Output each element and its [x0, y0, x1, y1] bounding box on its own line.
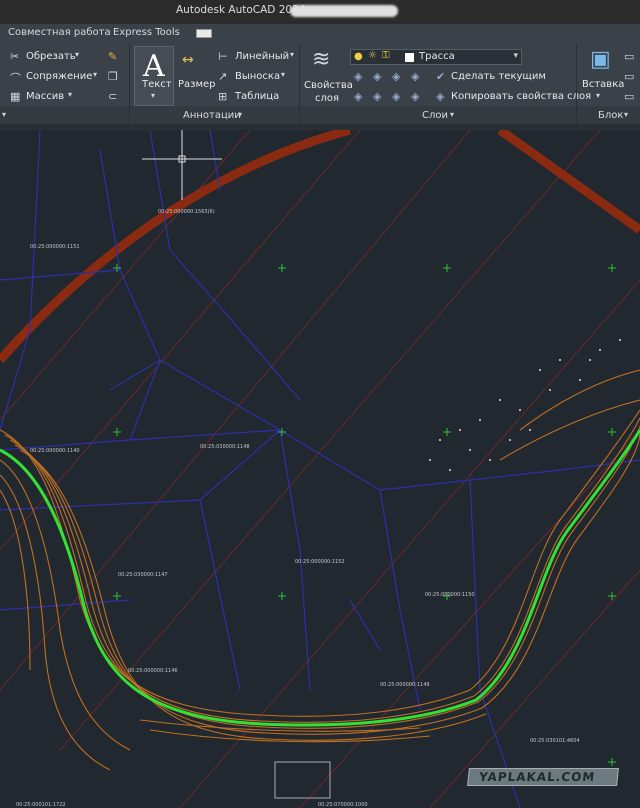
parcel-label: 00:25:000000:1151	[30, 244, 80, 250]
layer-color-swatch	[405, 53, 414, 62]
layer-tool-icon[interactable]: ◈	[411, 90, 419, 103]
drawing-canvas[interactable]: 00:25:000000:1563(6) 00:25:000000:1151 0…	[0, 124, 640, 808]
linear-button[interactable]: Линейный	[235, 51, 289, 62]
insert-button[interactable]: Вставка	[582, 79, 624, 90]
chevron-down-icon[interactable]: ▾	[513, 51, 518, 61]
insert-block-icon: ▣	[590, 47, 611, 72]
dropdown-arrow-icon[interactable]: ▾	[624, 110, 628, 119]
watermark-text: YAPLAKAL.COM	[478, 770, 597, 784]
layer-tool-icon[interactable]: ◈	[392, 70, 400, 83]
layer-properties-icon: ≋	[312, 47, 331, 72]
block-tool-icon[interactable]: ▭	[624, 70, 634, 83]
parcel-boundaries	[0, 130, 640, 808]
offset-icon[interactable]: ⊂	[108, 90, 117, 103]
fillet-button[interactable]: Сопряжение	[26, 71, 92, 82]
parcel-label: 00:25:000000:1146	[128, 668, 178, 674]
separator	[299, 44, 300, 124]
layer-tool-icon[interactable]: ◈	[373, 70, 381, 83]
redacted-filename	[290, 5, 398, 17]
dropdown-arrow-icon[interactable]: ▾	[238, 110, 242, 119]
parcel-label: 00:25:070000:1000	[318, 802, 368, 808]
parcel-label: 00:25:030000:1147	[118, 572, 168, 578]
parcel-label: 00:25:030000:1148	[200, 444, 250, 450]
layer-tool-icon[interactable]: ◈	[411, 70, 419, 83]
unlock-icon: ⚿	[382, 50, 390, 61]
layer-properties-label-line2[interactable]: слоя	[315, 93, 339, 104]
separator	[576, 44, 577, 124]
dropdown-arrow-icon[interactable]: ▾	[151, 91, 155, 100]
table-button[interactable]: Таблица	[235, 91, 279, 102]
ribbon-panel-labels	[0, 106, 640, 124]
structure-outline	[274, 761, 331, 799]
parcel-label: 00:25:000000:1149	[380, 682, 430, 688]
parcel-label: 00:25:000000:1563(6)	[158, 209, 215, 215]
dimension-button[interactable]: Размер	[178, 79, 216, 90]
grid-crosses	[113, 264, 616, 766]
dropdown-arrow-icon[interactable]: ▾	[68, 90, 72, 99]
hatch-lines	[0, 130, 640, 808]
layer-dropdown[interactable]: ● ☼ ⚿ Трасса ▾	[350, 49, 522, 65]
current-layer-name: Трасса	[419, 51, 455, 62]
dropdown-arrow-icon[interactable]: ▾	[281, 70, 285, 79]
array-icon: ▦	[10, 90, 21, 103]
road-contours	[0, 369, 640, 771]
dropdown-arrow-icon[interactable]: ▾	[75, 50, 79, 59]
linear-dimension-icon: ⊢	[218, 50, 228, 63]
survey-points	[429, 339, 621, 471]
layer-tool-icon[interactable]: ◈	[392, 90, 400, 103]
watermark-logo: YAPLAKAL.COM	[467, 768, 619, 786]
title-bar: Autodesk AutoCAD 2024	[0, 0, 640, 24]
parcel-label: 00:25:000101:1722	[16, 802, 66, 808]
sun-icon: ☼	[368, 50, 377, 61]
match-layer-button[interactable]: Копировать свойства слоя	[451, 91, 591, 102]
leader-icon: ↗	[218, 70, 228, 83]
block-tool-icon[interactable]: ▭	[624, 90, 634, 103]
block-panel-label[interactable]: Блок	[598, 110, 623, 121]
array-button[interactable]: Массив	[26, 91, 64, 102]
pencil-icon[interactable]: ✎	[108, 50, 117, 63]
text-label[interactable]: Текст	[142, 79, 172, 90]
parcel-label: 00:25:000000:1150	[425, 592, 475, 598]
territory-border	[497, 130, 640, 234]
parcel-label: 00:25:030101:4604	[530, 738, 580, 744]
dropdown-arrow-icon[interactable]: ▾	[2, 110, 6, 119]
parcel-label: 00:25:000000:1140	[30, 448, 80, 454]
trim-icon: ✂	[10, 50, 20, 63]
layer-properties-button[interactable]: Свойства	[304, 80, 353, 91]
layer-tool-icon[interactable]: ◈	[373, 90, 381, 103]
leader-button[interactable]: Выноска	[235, 71, 280, 82]
layer-tool-icon[interactable]: ◈	[354, 90, 362, 103]
trim-button[interactable]: Обрезать	[26, 51, 76, 62]
annotation-panel-label[interactable]: Аннотации	[183, 110, 241, 121]
ribbon-tabs: Совместная работа Express Tools	[0, 24, 640, 42]
tab-express-tools[interactable]: Express Tools	[113, 27, 180, 38]
dropdown-arrow-icon[interactable]: ▾	[93, 70, 97, 79]
parcel-label: 00:25:000000:1152	[295, 559, 345, 565]
window-title: Autodesk AutoCAD 2024	[176, 4, 306, 16]
make-current-button[interactable]: Сделать текущим	[451, 71, 546, 82]
dropdown-arrow-icon[interactable]: ▾	[290, 50, 294, 59]
dimension-icon: ↔	[182, 52, 194, 68]
layers-panel-label[interactable]: Слои	[422, 110, 448, 121]
make-current-icon: ✔	[436, 70, 446, 83]
copy-icon[interactable]: ❐	[108, 70, 118, 83]
table-icon: ⊞	[218, 90, 228, 103]
block-tool-icon[interactable]: ▭	[624, 50, 634, 63]
drawing-svg[interactable]: 00:25:000000:1563(6) 00:25:000000:1151 0…	[0, 130, 640, 808]
layer-tool-icon[interactable]: ◈	[354, 70, 362, 83]
tab-overflow-icon[interactable]	[196, 29, 212, 38]
dropdown-arrow-icon[interactable]: ▾	[596, 91, 600, 100]
dropdown-arrow-icon[interactable]: ▾	[450, 110, 454, 119]
match-layer-icon: ◈	[436, 90, 445, 103]
separator	[129, 44, 130, 124]
lightbulb-icon: ●	[354, 51, 363, 62]
fillet-icon: ⌒	[10, 72, 21, 85]
tab-collaborate[interactable]: Совместная работа	[8, 27, 111, 38]
